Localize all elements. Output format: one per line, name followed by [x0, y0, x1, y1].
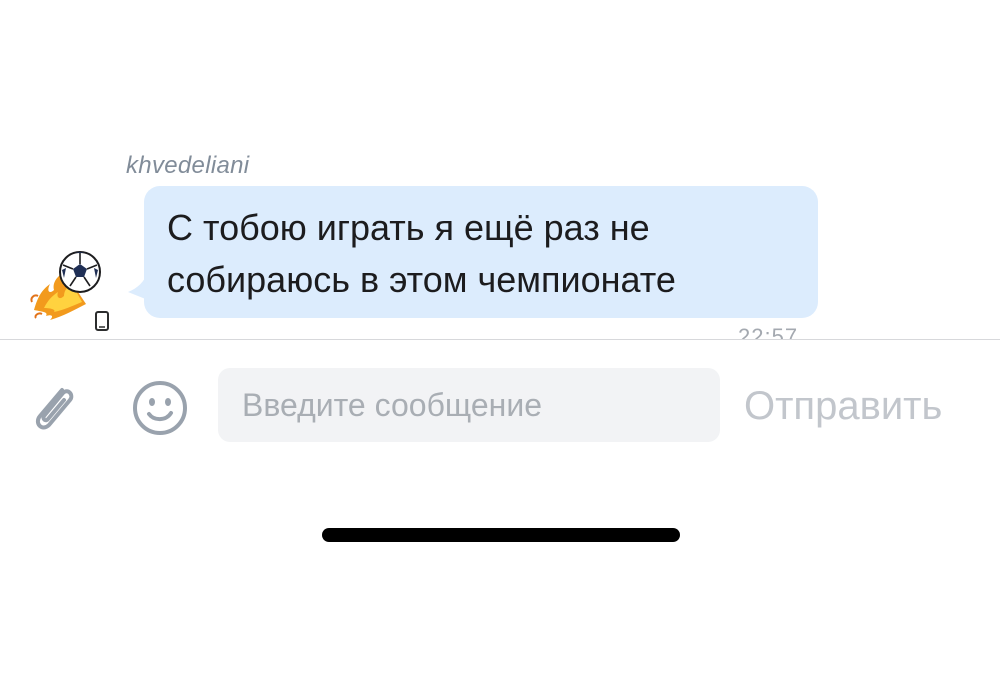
message-input[interactable]: [218, 368, 720, 442]
sender-name[interactable]: khvedeliani: [126, 152, 249, 180]
message-line: собираюсь в этом чемпионате: [167, 259, 676, 300]
message-time: 22:57: [738, 324, 799, 340]
message-text: С тобою играть я ещё раз не собираюсь в …: [167, 202, 794, 306]
message-bubble[interactable]: С тобою играть я ещё раз не собираюсь в …: [144, 186, 818, 318]
chat-screen: khvedeliani С тобою играть я ещё раз не …: [0, 0, 1000, 700]
message-line: С тобою играть я ещё раз не: [167, 207, 650, 248]
paperclip-icon[interactable]: [22, 376, 86, 440]
smiley-icon[interactable]: [128, 376, 192, 440]
home-indicator[interactable]: [322, 528, 680, 542]
composer-divider: [0, 339, 1000, 340]
message-history: khvedeliani С тобою играть я ещё раз не …: [0, 0, 1000, 340]
send-button[interactable]: Отправить: [744, 380, 942, 432]
mobile-device-icon: [94, 310, 110, 332]
